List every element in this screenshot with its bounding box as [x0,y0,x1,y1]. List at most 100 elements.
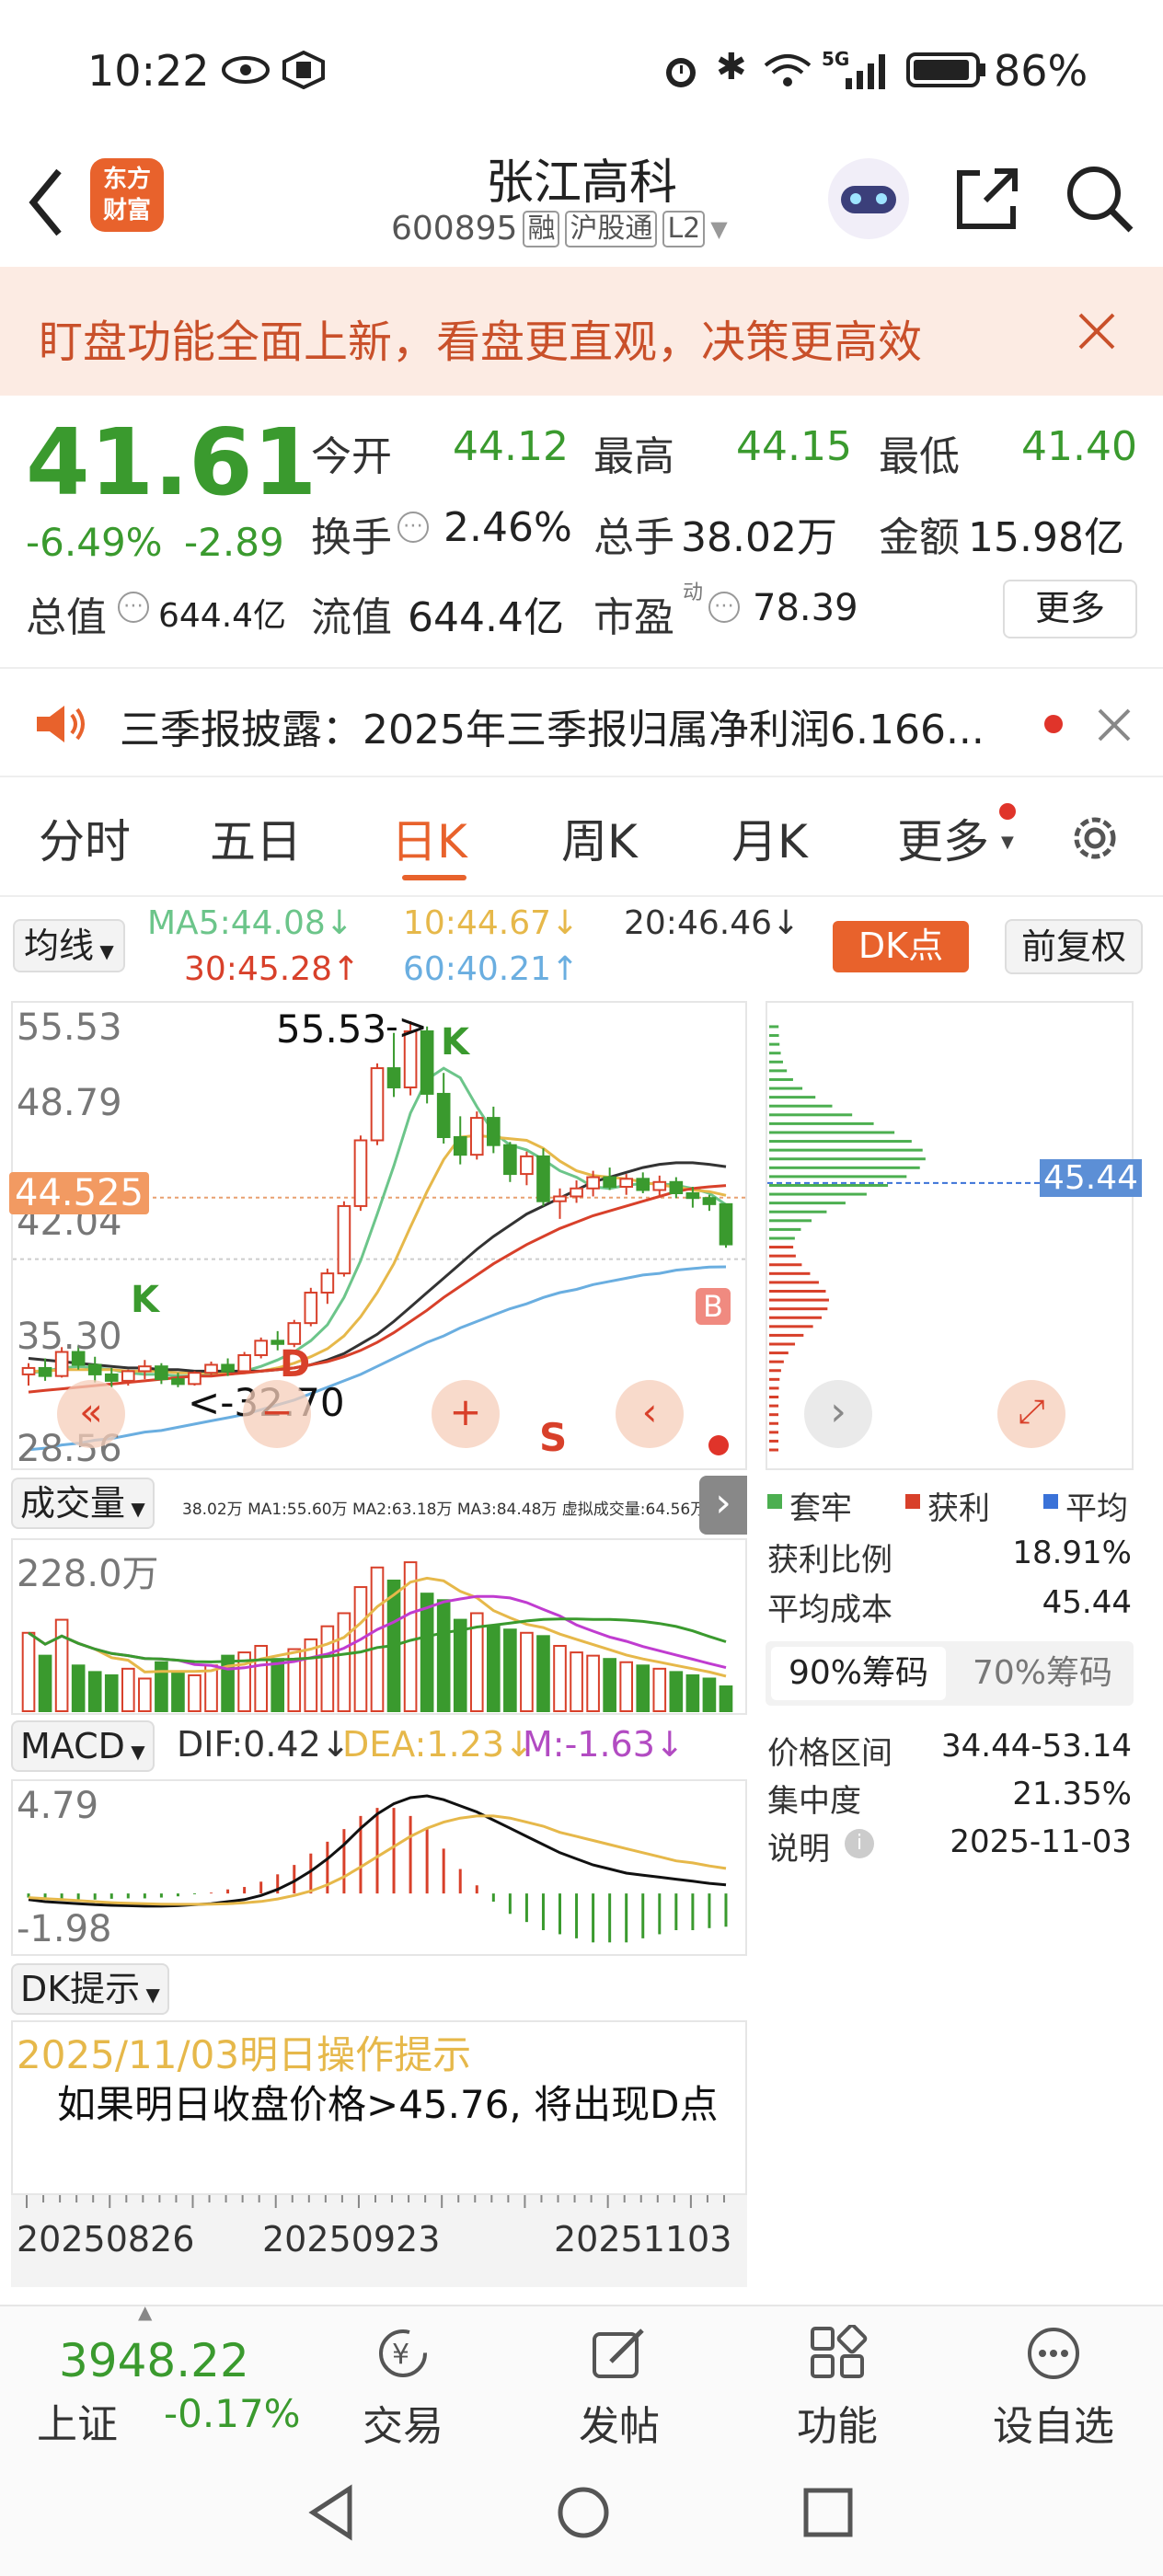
function-button[interactable]: 功能 [773,2323,902,2452]
index-name[interactable]: 上证 [37,2391,118,2450]
volume-legend: 38.02万 MA1:55.60万 MA2:63.18万 MA3:84.48万 … [182,1501,707,1519]
announcement-bar[interactable]: 三季报披露：2025年三季报归属净利润6.166... [0,667,1163,777]
volume-bar [536,1635,550,1712]
d-signal: D [280,1343,311,1386]
k-signal: K [441,1021,469,1064]
candle-body [287,1322,302,1345]
stock-code-row: 600895 融 沪股通 L2 ▼ [391,210,728,247]
level2-tag: L2 [662,210,706,247]
candle-body [487,1117,501,1146]
tab-daily-k[interactable]: 日K [391,805,467,871]
dk-selector[interactable]: DK提示 ▼ [11,1963,169,2015]
active-tab-indicator [402,875,466,880]
avg-swatch [1043,1494,1058,1509]
chip-bar [769,1421,779,1425]
close-icon[interactable] [1077,311,1117,351]
date-axis: 20250826 20250923 20251103 [11,2195,747,2287]
trade-icon: ¥ [379,2329,427,2377]
zoom-in-button[interactable]: + [432,1380,500,1448]
add-watchlist-button[interactable]: 设自选 [989,2325,1118,2452]
eye-icon [222,56,270,84]
dropdown-caret-icon[interactable]: ▼ [1001,833,1014,852]
bluetooth-icon: ✱ [716,46,747,88]
chip-bar [769,1025,779,1029]
volume-bar [652,1667,667,1712]
adjust-selector[interactable]: 前复权 [1005,919,1143,974]
trade-button[interactable]: ¥ 交易 [339,2325,467,2452]
gear-icon[interactable] [1065,809,1124,868]
volume-bar [719,1685,733,1712]
tab-five-day[interactable]: 五日 [210,805,302,871]
info-icon[interactable]: i [845,1829,874,1858]
volume-value: 38.02万 [681,514,837,561]
promo-banner[interactable]: 盯盘功能全面上新，看盘更直观，决策更高效 [0,267,1163,396]
home-nav-icon[interactable] [554,2483,613,2542]
macd-selector[interactable]: MACD ▼ [11,1720,155,1772]
chip-bar [769,1413,779,1417]
high-label: 最高 [593,433,674,480]
tab-chip-90[interactable]: 90%筹码 [771,1647,946,1700]
trapped-swatch [767,1494,782,1509]
more-quote-button[interactable]: 更多 [1003,580,1137,638]
back-nav-icon[interactable] [304,2483,359,2542]
volume-bar [520,1631,534,1712]
chip-bar [769,1121,874,1125]
ma-selector[interactable]: 均线 ▼ [13,919,125,972]
volume-bar [337,1612,351,1712]
chip-bar [769,1281,819,1284]
tab-monthly-k[interactable]: 月K [731,805,808,871]
ma30-label: 30:45.28↑ [184,950,361,988]
candle-body [138,1365,152,1373]
candle-body [171,1378,185,1386]
candle-body [38,1366,52,1377]
search-icon[interactable] [1063,162,1136,236]
tab-weekly-k[interactable]: 周K [561,805,638,871]
m-value: M:-1.63↓ [523,1724,685,1765]
turnover-label: 换手 [311,514,392,561]
recents-nav-icon[interactable] [800,2485,856,2540]
chip-distribution[interactable]: 45.44 › ⤢ [766,1001,1143,1470]
candle-body [337,1204,351,1275]
info-icon[interactable]: ⋯ [118,592,149,623]
tab-intraday[interactable]: 分时 [39,805,131,871]
dk-point-button[interactable]: DK点 [833,921,969,972]
candle-body [436,1092,451,1138]
chip-tabs: 90%筹码 70%筹码 [766,1641,1134,1706]
robot-avatar-icon[interactable] [828,158,909,239]
dropdown-caret-icon[interactable]: ▼ [710,216,727,242]
zoom-out-button[interactable]: − [243,1380,311,1448]
tab-more[interactable]: 更多 [897,805,989,871]
close-icon[interactable] [1097,707,1132,742]
dk-tip-date: 2025/11/03明日操作提示 [17,2032,472,2077]
index-change[interactable]: -0.17% [164,2391,301,2436]
scroll-left-button[interactable]: ‹ [616,1380,684,1448]
pe-dynamic-mark: 动 [683,581,704,604]
s-signal: S [539,1415,568,1460]
post-button[interactable]: 发帖 [555,2325,684,2452]
macd-chart[interactable]: 4.79 -1.98 [11,1779,747,1956]
scroll-left-fast-button[interactable]: « [57,1380,125,1448]
amount-value: 15.98亿 [968,514,1124,561]
chip-bar [769,1448,779,1452]
volume-selector[interactable]: 成交量 ▼ [11,1478,155,1529]
period-tabs: 分时 五日 日K 周K 月K 更多 ▼ [0,777,1163,897]
kline-chart[interactable]: 55.53 48.79 42.04 35.30 28.56 44.525 55.… [9,1001,747,1470]
tab-chip-70[interactable]: 70%筹码 [955,1647,1130,1700]
chip-next-button[interactable]: › [804,1380,872,1448]
expand-panel-button[interactable]: › [699,1476,747,1535]
avg-cost-value: 45.44 [1042,1584,1132,1621]
volume-chart[interactable]: 228.0万 [11,1538,747,1715]
index-value[interactable]: 3948.22 [59,2334,249,2387]
ma5-label: MA5:44.08↓ [147,904,353,942]
info-icon[interactable]: ⋯ [708,592,740,623]
candle-body [121,1370,135,1382]
chip-bar [769,1316,823,1319]
chip-bar [769,1431,779,1434]
expand-arrow-icon[interactable]: ▲ [138,2301,152,2323]
candle-body [204,1363,218,1374]
volume-bar [353,1586,368,1713]
expand-icon[interactable]: ⤢ [997,1380,1065,1448]
info-icon[interactable]: ⋯ [397,512,429,543]
volume-bar [370,1566,385,1712]
share-icon[interactable] [952,164,1022,234]
